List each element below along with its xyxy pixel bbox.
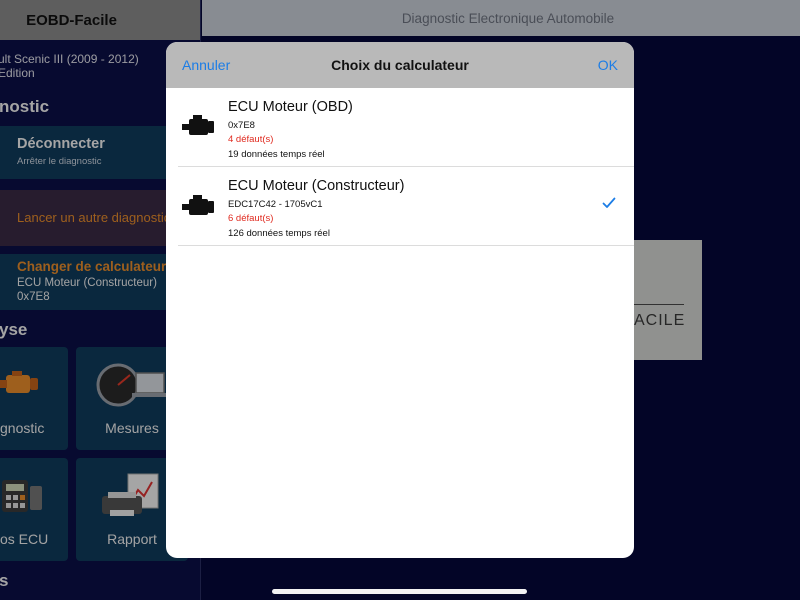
ecu-picker-modal: Annuler Choix du calculateur OK ECU Mote…: [166, 42, 634, 558]
ecu-code: 0x7E8: [228, 120, 255, 131]
ecu-faults: 6 défaut(s): [228, 213, 274, 224]
engine-icon: [182, 195, 214, 215]
ecu-row-obd[interactable]: ECU Moteur (OBD) 0x7E8 4 défaut(s) 19 do…: [166, 88, 634, 167]
modal-header: Annuler Choix du calculateur OK: [166, 42, 634, 88]
ecu-name: ECU Moteur (OBD): [228, 99, 353, 115]
modal-title: Choix du calculateur: [331, 57, 469, 73]
ecu-name: ECU Moteur (Constructeur): [228, 178, 405, 194]
ecu-live-data: 19 données temps réel: [228, 149, 325, 160]
row-divider: [178, 245, 634, 246]
ecu-code: EDC17C42 - 1705vC1: [228, 199, 323, 210]
ecu-row-constructeur[interactable]: ECU Moteur (Constructeur) EDC17C42 - 170…: [166, 167, 634, 246]
engine-icon: [182, 115, 214, 135]
ecu-live-data: 126 données temps réel: [228, 228, 330, 239]
ecu-faults: 4 défaut(s): [228, 134, 274, 145]
ok-button[interactable]: OK: [598, 57, 618, 73]
home-indicator[interactable]: [272, 589, 527, 594]
checkmark-icon: [602, 197, 616, 208]
